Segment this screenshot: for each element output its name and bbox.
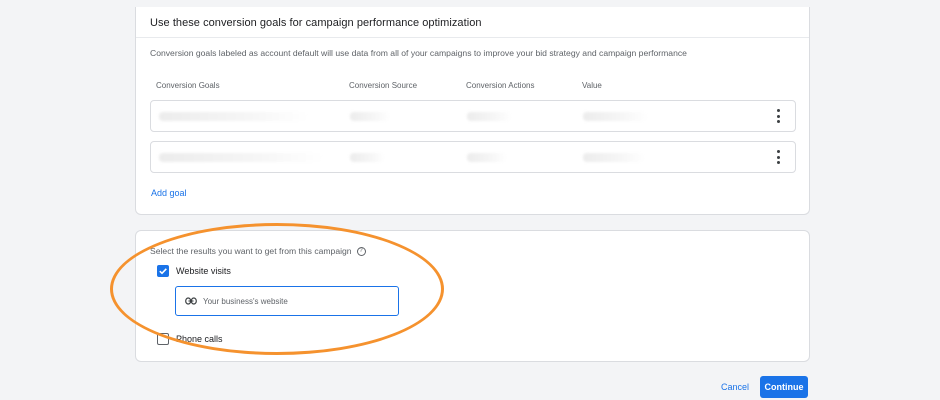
- more-vert-icon[interactable]: [773, 109, 783, 123]
- cancel-button[interactable]: Cancel: [721, 382, 749, 392]
- results-prompt: Select the results you want to get from …: [150, 246, 366, 256]
- column-header-value: Value: [582, 81, 602, 90]
- conversion-goals-card: Use these conversion goals for campaign …: [135, 7, 810, 215]
- redacted-cell: [159, 112, 309, 121]
- redacted-cell: [350, 153, 385, 162]
- continue-button[interactable]: Continue: [760, 376, 808, 398]
- divider: [136, 37, 809, 38]
- more-vert-icon[interactable]: [773, 150, 783, 164]
- conversion-goals-description: Conversion goals labeled as account defa…: [150, 48, 687, 58]
- website-visits-checkbox[interactable]: [157, 265, 169, 277]
- phone-calls-label: Phone calls: [176, 334, 223, 344]
- column-header-conversion-actions: Conversion Actions: [466, 81, 535, 90]
- redacted-cell: [159, 153, 324, 162]
- results-prompt-label: Select the results you want to get from …: [150, 246, 352, 256]
- help-circle-icon[interactable]: ?: [356, 246, 366, 256]
- add-goal-button[interactable]: Add goal: [151, 188, 187, 198]
- redacted-cell: [350, 112, 390, 121]
- redacted-cell: [583, 112, 648, 121]
- conversion-goals-title: Use these conversion goals for campaign …: [150, 17, 482, 29]
- website-url-field[interactable]: [175, 286, 399, 316]
- redacted-cell: [467, 112, 512, 121]
- phone-calls-checkbox[interactable]: [157, 333, 169, 345]
- website-visits-label: Website visits: [176, 266, 231, 276]
- goal-row[interactable]: [150, 141, 796, 173]
- goal-row[interactable]: [150, 100, 796, 132]
- website-url-input[interactable]: [203, 296, 383, 306]
- redacted-cell: [583, 153, 645, 162]
- link-icon: [185, 297, 197, 305]
- column-header-conversion-source: Conversion Source: [349, 81, 418, 90]
- redacted-cell: [467, 153, 507, 162]
- phone-calls-option[interactable]: Phone calls: [157, 333, 223, 345]
- website-visits-option[interactable]: Website visits: [157, 265, 231, 277]
- check-icon: [159, 268, 167, 275]
- campaign-results-card: Select the results you want to get from …: [135, 230, 810, 362]
- column-header-conversion-goals: Conversion Goals: [156, 81, 220, 90]
